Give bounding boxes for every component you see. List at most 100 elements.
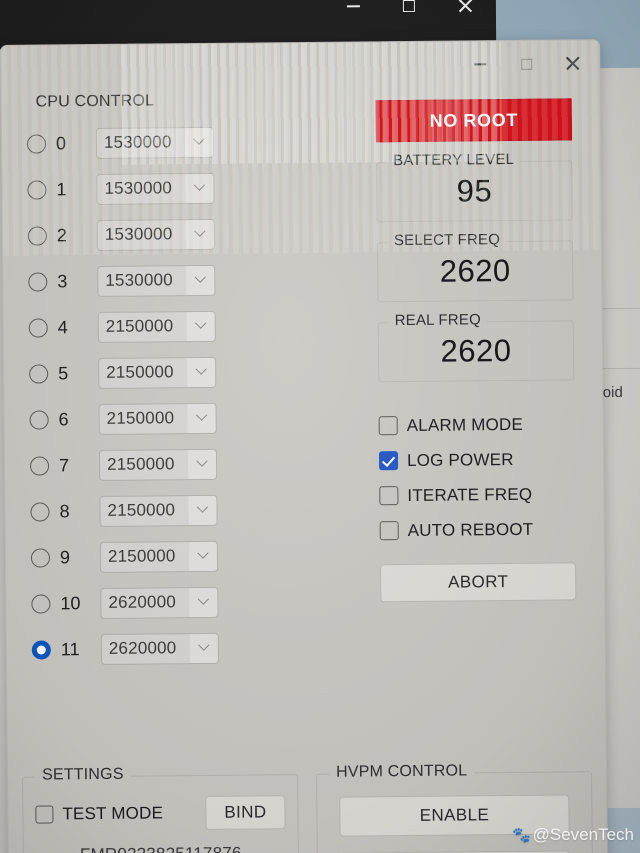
option-checkbox-list: ALARM MODE LOG POWER ITERATE FREQ AUTO REBO…	[378, 406, 576, 548]
cpu-radio-6[interactable]	[29, 409, 49, 430]
checkbox-auto-reboot[interactable]	[379, 521, 399, 541]
option-row[interactable]: ALARM MODE	[378, 406, 575, 443]
cpu-row-list: 0 1530000 1 1530000 2 1530000 3 1530000 4 2150000…	[17, 101, 373, 682]
hvpm-enable-button[interactable]: ENABLE	[339, 794, 570, 837]
chevron-glyph	[194, 271, 206, 283]
bg-maximize-button[interactable]	[386, 0, 432, 21]
cpu-freq-select-7[interactable]: 2150000	[98, 448, 218, 481]
cpu-freq-select-6[interactable]: 2150000	[98, 402, 217, 435]
cpu-index-label: 2	[56, 224, 67, 245]
cpu-row: 9 2150000	[30, 531, 361, 580]
test-mode-row: TEST MODE BIND	[35, 795, 286, 831]
cpu-row: 2 1530000	[27, 209, 358, 258]
cpu-index-label: 4	[57, 316, 68, 337]
cpu-index-label: 7	[58, 454, 70, 475]
cpu-radio-0[interactable]	[26, 133, 47, 154]
cpu-freq-select-9[interactable]: 2150000	[99, 540, 219, 573]
cpu-index-label: 6	[58, 408, 69, 429]
cpu-freq-value: 2620000	[108, 638, 177, 658]
option-row[interactable]: LOG POWER	[378, 441, 575, 478]
maximize-button[interactable]	[503, 47, 549, 81]
cpu-row: 4 2150000	[28, 301, 359, 350]
real-freq-value: 2620	[440, 333, 512, 369]
chevron-down-icon	[187, 449, 217, 479]
checkbox-iterate-freq[interactable]	[379, 486, 399, 506]
minimize-icon	[474, 63, 487, 66]
cpu-freq-select-8[interactable]: 2150000	[99, 494, 218, 527]
cpu-freq-select-4[interactable]: 2150000	[97, 310, 216, 343]
minimize-button[interactable]	[457, 47, 503, 81]
close-icon	[565, 56, 579, 70]
background-right-text: oid	[602, 384, 623, 402]
cpu-radio-11[interactable]	[31, 639, 51, 660]
chevron-glyph	[195, 363, 207, 375]
cpu-index-label: 3	[57, 270, 68, 291]
cpu-freq-select-2[interactable]: 1530000	[96, 218, 216, 251]
status-column: NO ROOT BATTERY LEVEL 95 SELECT FREQ 262…	[375, 98, 577, 603]
settings-group: SETTINGS TEST MODE BIND FMR0223825117876	[22, 765, 300, 853]
cpu-index-label: 9	[59, 546, 71, 567]
maximize-icon	[520, 58, 532, 70]
chevron-down-icon	[185, 219, 214, 249]
cpu-radio-10[interactable]	[31, 593, 51, 614]
titlebar[interactable]	[1, 40, 599, 92]
maximize-icon	[402, 0, 415, 13]
cpu-radio-4[interactable]	[28, 317, 48, 338]
screen-photo: oid SCORE CPU CONTROL 015300001153000021…	[0, 0, 640, 853]
chevron-down-icon	[186, 265, 215, 295]
cpu-row: 5 2150000	[29, 347, 359, 396]
cpu-radio-1[interactable]	[27, 179, 47, 200]
root-status-badge: NO ROOT	[375, 98, 572, 143]
checkbox-log-power[interactable]	[378, 451, 399, 471]
close-button[interactable]	[549, 46, 595, 80]
battery-level-label: BATTERY LEVEL	[387, 150, 521, 170]
chevron-down-icon	[188, 495, 217, 525]
chevron-down-icon	[187, 403, 216, 433]
bottom-panels: SETTINGS TEST MODE BIND FMR0223825117876…	[22, 762, 594, 853]
option-row[interactable]: AUTO REBOOT	[379, 511, 576, 548]
cpu-freq-select-5[interactable]: 2150000	[98, 356, 217, 389]
cpu-freq-value: 2150000	[106, 408, 175, 428]
cpu-radio-7[interactable]	[29, 455, 50, 476]
cpu-freq-value: 2150000	[106, 362, 174, 382]
cpu-radio-9[interactable]	[30, 547, 51, 568]
cpu-freq-select-1[interactable]: 1530000	[96, 172, 215, 205]
test-mode-checkbox[interactable]	[35, 805, 54, 824]
cpu-index-label: 0	[55, 132, 67, 153]
cpu-row: 11 2620000	[31, 623, 362, 672]
cpu-freq-value: 2150000	[106, 454, 175, 474]
cpu-control-title: CPU CONTROL	[28, 92, 162, 112]
cpu-index-label: 1	[56, 178, 67, 199]
battery-level-value: 95	[456, 173, 493, 209]
bg-minimize-button[interactable]	[330, 0, 376, 21]
cpu-freq-select-11[interactable]: 2620000	[100, 632, 219, 665]
real-freq-readout: REAL FREQ 2620	[377, 311, 575, 383]
battery-level-readout: BATTERY LEVEL 95	[376, 150, 573, 223]
chevron-down-icon	[188, 541, 218, 571]
chevron-down-icon	[184, 127, 214, 157]
cpu-freq-select-10[interactable]: 2620000	[100, 586, 219, 619]
chevron-down-icon	[185, 173, 214, 203]
cpu-row: 8 2150000	[30, 485, 360, 534]
cpu-control-group: CPU CONTROL 0 1530000 1 1530000 2 1530000 3 153…	[16, 92, 374, 683]
cpu-freq-value: 1530000	[105, 270, 173, 290]
chevron-glyph	[197, 547, 209, 559]
cpu-freq-select-3[interactable]: 1530000	[97, 264, 216, 297]
chevron-glyph	[196, 501, 209, 513]
cpu-radio-5[interactable]	[29, 363, 49, 384]
cpu-radio-3[interactable]	[28, 271, 48, 292]
bind-button[interactable]: BIND	[205, 795, 286, 830]
device-serial: FMR0223825117876	[36, 843, 286, 853]
cpu-freq-value: 2150000	[107, 546, 176, 566]
cpu-radio-8[interactable]	[30, 501, 50, 522]
select-freq-readout: SELECT FREQ 2620	[376, 231, 574, 303]
option-row[interactable]: ITERATE FREQ	[379, 476, 575, 513]
checkbox-alarm-mode[interactable]	[378, 416, 398, 436]
bg-close-button[interactable]	[442, 0, 488, 21]
settings-body: TEST MODE BIND FMR0223825117876	[23, 775, 298, 853]
abort-button[interactable]: ABORT	[380, 562, 577, 603]
close-icon	[458, 0, 472, 13]
cpu-freq-select-0[interactable]: 1530000	[95, 126, 215, 159]
cpu-radio-2[interactable]	[27, 225, 47, 246]
option-label: LOG POWER	[406, 449, 514, 470]
